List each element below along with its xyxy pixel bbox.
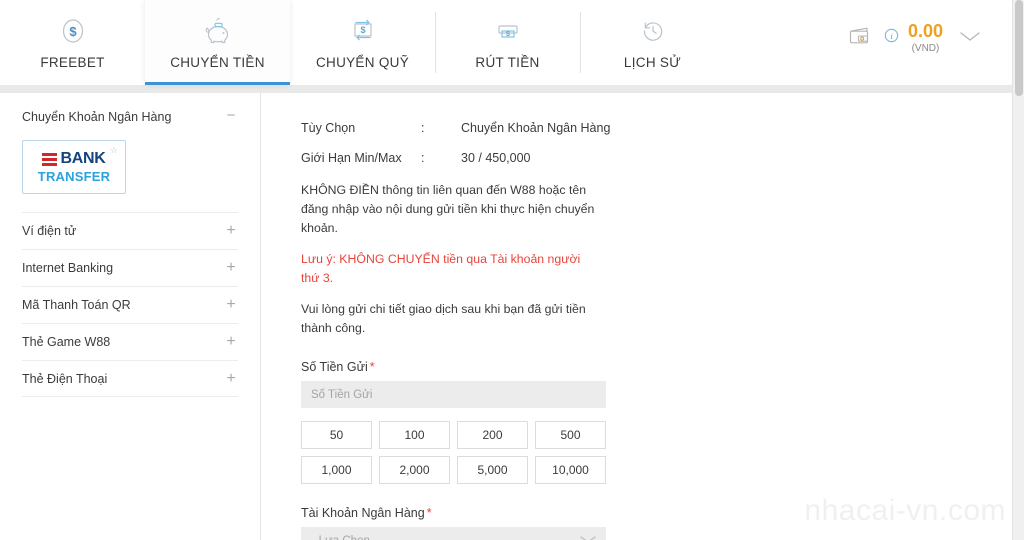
logo-bars-icon (42, 152, 58, 166)
quick-amount-button[interactable]: 5,000 (457, 456, 528, 485)
amount-label-text: Số Tiền Gửi (301, 360, 368, 375)
history-clock-icon (639, 16, 667, 46)
info-value: 30 / 450,000 (461, 151, 531, 165)
site-watermark: nhacai-vn.com (804, 494, 1006, 527)
content-card: Chuyển Khoản Ngân Hàng − ☆ BANK TRANSFER… (0, 93, 1012, 540)
bank-account-selected-value: --Lựa Chọn-- (311, 535, 378, 540)
deposit-form: Tùy Chọn : Chuyển Khoản Ngân Hàng Giới H… (261, 93, 1000, 540)
tab-lich-su[interactable]: LỊCH SỬ (580, 0, 725, 85)
dollar-coin-icon: $ (59, 16, 87, 46)
sidebar-item-internet-banking[interactable]: Internet Banking + (22, 249, 238, 286)
tab-label: CHUYỂN QUỸ (315, 54, 409, 70)
info-label: Giới Hạn Min/Max (301, 151, 402, 165)
balance-widget[interactable]: i 0.00 (VND) (847, 22, 982, 54)
plus-icon[interactable]: + (224, 334, 238, 350)
bank-transfer-option[interactable]: ☆ BANK TRANSFER (22, 140, 126, 194)
sidebar-item-label: Ví điện tử (22, 224, 77, 238)
bank-account-label-text: Tài Khoản Ngân Hàng (301, 506, 425, 521)
sidebar-item-label: Internet Banking (22, 261, 114, 275)
tab-chuyen-tien[interactable]: CHUYỂN TIỀN (145, 0, 290, 85)
tab-label: CHUYỂN TIỀN (170, 54, 265, 70)
amount-placeholder: Số Tiền Gửi (311, 388, 373, 401)
quick-amount-button[interactable]: 2,000 (379, 456, 450, 485)
logo-bank-text: BANK (60, 150, 106, 167)
tab-label: LỊCH SỬ (623, 54, 682, 70)
quick-amount-button[interactable]: 200 (457, 421, 528, 450)
payment-method-sidebar: Chuyển Khoản Ngân Hàng − ☆ BANK TRANSFER… (0, 93, 261, 540)
plus-icon[interactable]: + (224, 297, 238, 313)
info-row-limit: Giới Hạn Min/Max : 30 / 450,000 (301, 151, 1000, 165)
logo-row: BANK (42, 150, 106, 168)
quick-amount-button[interactable]: 500 (535, 421, 606, 450)
sidebar-group-bank-transfer: Chuyển Khoản Ngân Hàng − ☆ BANK TRANSFER (0, 93, 260, 194)
plus-icon[interactable]: + (224, 370, 238, 387)
info-row-option: Tùy Chọn : Chuyển Khoản Ngân Hàng (301, 121, 1000, 135)
bank-account-select[interactable]: --Lựa Chọn-- (301, 527, 606, 540)
logo-transfer-text: TRANSFER (37, 169, 111, 184)
wallet-icon (847, 24, 875, 53)
sidebar-group-header[interactable]: Chuyển Khoản Ngân Hàng − (22, 93, 238, 140)
star-icon: ☆ (109, 145, 118, 155)
tab-rut-tien[interactable]: $ RÚT TIỀN (435, 0, 580, 85)
plus-icon[interactable]: + (224, 223, 238, 239)
tab-label: RÚT TIỀN (475, 54, 540, 70)
tab-label: FREEBET (40, 54, 105, 70)
withdraw-cash-icon: $ (493, 16, 523, 46)
svg-text:$: $ (506, 31, 510, 38)
notice-text-primary: KHÔNG ĐIỀN thông tin liên quan đến W88 h… (301, 183, 595, 236)
plus-icon[interactable]: + (224, 260, 238, 276)
notice-text-warning: Lưu ý: KHÔNG CHUYỂN tiền qua Tài khoản n… (301, 252, 581, 286)
sidebar-items: Ví điện tử + Internet Banking + Mã Thanh… (0, 212, 260, 397)
amount-input[interactable]: Số Tiền Gửi (301, 381, 606, 409)
notice-text-secondary: Vui lòng gửi chi tiết giao dịch sau khi … (301, 302, 586, 336)
minus-icon[interactable]: − (224, 108, 238, 123)
tab-chuyen-quy[interactable]: $ CHUYỂN QUỸ (290, 0, 435, 85)
balance-currency: (VND) (911, 43, 940, 54)
amount-field-label: Số Tiền Gửi * (301, 360, 1000, 374)
balance-value-group: 0.00 (VND) (908, 22, 943, 54)
transfer-funds-icon: $ (348, 16, 378, 46)
svg-text:$: $ (360, 25, 365, 35)
tab-freebet[interactable]: $ FREEBET (0, 0, 145, 85)
info-value: Chuyển Khoản Ngân Hàng (461, 121, 611, 135)
info-icon[interactable]: i (884, 28, 899, 48)
sidebar-item-the-dien-thoai[interactable]: Thẻ Điện Thoại + (22, 360, 238, 397)
quick-amount-button[interactable]: 1,000 (301, 456, 372, 485)
svg-text:$: $ (69, 24, 77, 39)
sidebar-item-vi-dien-tu[interactable]: Ví điện tử + (22, 212, 238, 249)
svg-text:i: i (890, 31, 893, 41)
scrollbar-thumb[interactable] (1015, 0, 1023, 96)
sidebar-group-title: Chuyển Khoản Ngân Hàng (22, 109, 172, 124)
required-marker: * (426, 506, 432, 521)
deposit-page: $ FREEBET CHUYỂN TIỀN $ CHUYỂN QUỸ $ RÚT… (0, 0, 1024, 540)
quick-amount-grid: 50 100 200 500 1,000 2,000 5,000 10,000 (301, 421, 606, 485)
chevron-down-icon[interactable] (958, 29, 982, 48)
sidebar-item-the-game-w88[interactable]: Thẻ Game W88 + (22, 323, 238, 360)
sidebar-item-ma-thanh-toan-qr[interactable]: Mã Thanh Toán QR + (22, 286, 238, 323)
page-scrollbar[interactable] (1012, 0, 1024, 540)
chevron-down-icon (579, 534, 597, 540)
quick-amount-button[interactable]: 10,000 (535, 456, 606, 485)
sidebar-item-label: Thẻ Game W88 (22, 335, 111, 349)
quick-amount-button[interactable]: 50 (301, 421, 372, 450)
required-marker: * (369, 360, 375, 375)
piggy-bank-icon (202, 16, 234, 46)
sidebar-item-label: Thẻ Điện Thoại (22, 371, 108, 386)
sidebar-item-label: Mã Thanh Toán QR (22, 298, 131, 312)
info-colon: : (421, 121, 425, 135)
info-label: Tùy Chọn (301, 121, 356, 135)
quick-amount-button[interactable]: 100 (379, 421, 450, 450)
balance-amount: 0.00 (907, 21, 943, 41)
info-colon: : (421, 151, 425, 165)
